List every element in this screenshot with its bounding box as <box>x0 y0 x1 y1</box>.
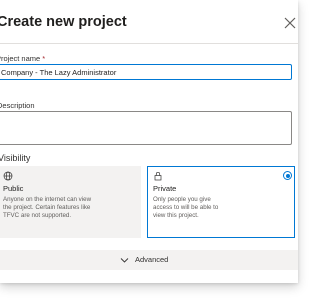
project-name-input[interactable] <box>0 64 292 80</box>
advanced-label: Advanced <box>135 255 169 264</box>
advanced-toggle[interactable]: Advanced <box>0 250 298 270</box>
private-radio-selected[interactable] <box>283 171 292 180</box>
visibility-option-public[interactable]: Public Anyone on the internet can view t… <box>0 166 141 238</box>
description-label: Description <box>0 101 35 110</box>
visibility-option-private[interactable]: Private Only people you give access to w… <box>147 166 295 238</box>
public-option-title: Public <box>3 184 24 193</box>
dialog-title: Create new project <box>0 14 127 30</box>
public-option-description: Anyone on the internet can view the proj… <box>3 196 92 219</box>
description-input[interactable] <box>0 111 292 145</box>
close-icon[interactable] <box>282 15 298 31</box>
project-name-label-text: Project name <box>0 54 41 63</box>
private-option-title: Private <box>153 184 177 193</box>
lock-icon <box>154 172 162 181</box>
title-divider <box>0 43 298 44</box>
private-option-description: Only people you give access to will be a… <box>153 196 219 219</box>
chevron-down-icon <box>120 258 129 263</box>
required-marker: * <box>42 54 46 63</box>
globe-icon <box>3 171 13 181</box>
project-name-label: Project name * <box>0 54 45 63</box>
create-project-dialog: Create new project Project name * Descri… <box>0 0 298 283</box>
visibility-heading: Visibility <box>0 153 31 163</box>
